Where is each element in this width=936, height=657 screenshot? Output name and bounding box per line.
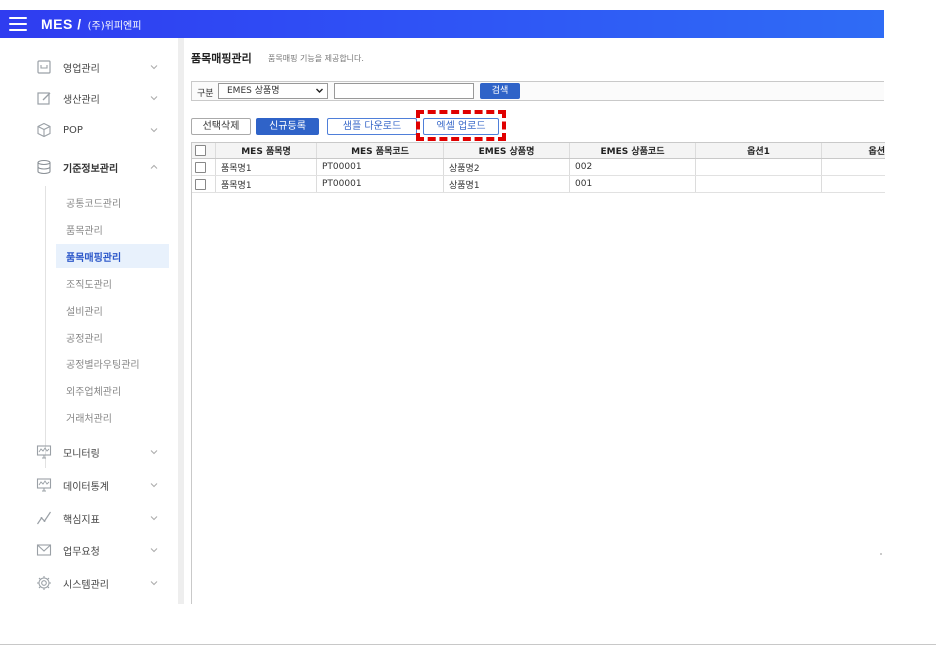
sidebar-item-label: 업무요청: [63, 546, 100, 558]
table-row[interactable]: 품목명1 PT00001 상품명2 002: [192, 159, 885, 176]
table-cell: 001: [570, 176, 696, 192]
table-cell: 상품명2: [444, 159, 570, 175]
sidebar-item-label: 핵심지표: [63, 514, 100, 526]
mail-icon: [36, 542, 52, 558]
bottom-divider: [0, 644, 936, 645]
column-header[interactable]: EMES 상품명: [444, 143, 570, 158]
sidebar-subitem-process-routing[interactable]: 공정별라우팅관리: [56, 351, 169, 375]
trend-line-icon: [36, 510, 52, 526]
sidebar-item-monitoring[interactable]: 모니터링: [0, 437, 178, 467]
column-header[interactable]: MES 품목코드: [317, 143, 444, 158]
sidebar-item-pop[interactable]: POP: [0, 115, 178, 145]
chevron-down-icon: [150, 94, 158, 102]
table-cell: 품목명1: [216, 159, 317, 175]
row-select-cell: [192, 176, 216, 192]
search-input[interactable]: [334, 83, 474, 99]
sidebar-subitem-outsourcing[interactable]: 외주업체관리: [56, 378, 169, 402]
table-row[interactable]: 품목명1 PT00001 상품명1 001: [192, 176, 885, 193]
sidebar-item-work-request[interactable]: 업무요청: [0, 535, 178, 565]
chevron-down-icon: [150, 448, 158, 456]
chevron-down-icon: [150, 546, 158, 554]
sidebar: 영업관리 생산관리 POP 기준정보관리 공통코드관리 품목관리 품목매핑관리 …: [0, 38, 178, 604]
table-cell: 002: [570, 159, 696, 175]
chevron-down-icon: [315, 86, 324, 95]
sidebar-subitem-common-code[interactable]: 공통코드관리: [56, 190, 169, 214]
search-category-value: EMES 상품명: [227, 86, 280, 96]
select-all-checkbox[interactable]: [195, 145, 206, 156]
sidebar-item-master-data[interactable]: 기준정보관리: [0, 152, 178, 182]
sidebar-item-label: 기준정보관리: [63, 163, 119, 175]
sidebar-subitem-item-mapping[interactable]: 품목매핑관리: [56, 244, 169, 268]
sidebar-item-data-statistics[interactable]: 데이터통계: [0, 470, 178, 500]
sidebar-item-label: 데이터통계: [63, 481, 109, 493]
search-category-select[interactable]: EMES 상품명: [218, 83, 328, 99]
main-content: 품목매핑관리 품목매핑 기능을 제공합니다. 구분 EMES 상품명 검색 선택…: [184, 38, 885, 604]
cube-icon: [36, 122, 52, 138]
sidebar-item-label: 시스템관리: [63, 579, 109, 591]
sidebar-item-kpi[interactable]: 핵심지표: [0, 503, 178, 533]
search-button[interactable]: 검색: [480, 83, 520, 99]
table-cell: [696, 176, 822, 192]
sample-download-button[interactable]: 샘플 다운로드: [327, 118, 417, 135]
chevron-down-icon: [150, 63, 158, 71]
new-register-button[interactable]: 신규등록: [256, 118, 319, 135]
page-description: 품목매핑 기능을 제공합니다.: [268, 54, 364, 63]
row-checkbox[interactable]: [195, 161, 206, 173]
column-header[interactable]: EMES 상품코드: [570, 143, 696, 158]
sidebar-subitem-item[interactable]: 품목관리: [56, 217, 169, 241]
monitor-icon: [36, 444, 52, 460]
top-bar: MES / (주)위피엔피: [0, 10, 884, 38]
column-header[interactable]: MES 품목명: [216, 143, 317, 158]
chevron-down-icon: [150, 579, 158, 587]
chevron-up-icon: [150, 163, 158, 171]
search-bar: 구분 EMES 상품명 검색: [191, 81, 884, 101]
table-cell: [822, 159, 885, 175]
sidebar-subitem-equipment[interactable]: 설비관리: [56, 298, 169, 322]
company-name: (주)위피엔피: [87, 20, 142, 32]
table-cell: [822, 176, 885, 192]
chevron-down-icon: [150, 481, 158, 489]
row-select-cell: [192, 159, 216, 175]
sidebar-subitem-clients[interactable]: 거래처관리: [56, 405, 169, 429]
excel-upload-button[interactable]: 엑셀 업로드: [423, 118, 499, 135]
sidebar-item-production[interactable]: 생산관리: [0, 83, 178, 113]
delete-selected-button[interactable]: 선택삭제: [191, 118, 251, 135]
row-checkbox[interactable]: [195, 178, 206, 190]
column-header[interactable]: 옵션: [822, 143, 885, 158]
table-cell: 상품명1: [444, 176, 570, 192]
chevron-down-icon: [150, 126, 158, 134]
sidebar-item-label: POP: [63, 124, 83, 136]
sidebar-subitem-org-chart[interactable]: 조직도관리: [56, 271, 169, 295]
search-category-label: 구분: [197, 89, 214, 99]
chevron-down-icon: [150, 514, 158, 522]
edit-icon: [36, 90, 52, 106]
table-cell: PT00001: [317, 159, 444, 175]
table-cell: [696, 159, 822, 175]
app-window: MES / (주)위피엔피 영업관리 생산관리 POP 기준정보관리 공통코드관…: [0, 0, 936, 657]
brand-logo[interactable]: MES /: [41, 16, 82, 32]
table-header: MES 품목명 MES 품목코드 EMES 상품명 EMES 상품코드 옵션1 …: [192, 142, 885, 159]
hamburger-menu-icon[interactable]: [9, 17, 27, 31]
mapping-table: MES 품목명 MES 품목코드 EMES 상품명 EMES 상품코드 옵션1 …: [191, 142, 885, 604]
sidebar-subitem-process[interactable]: 공정관리: [56, 325, 169, 349]
gear-icon: [36, 575, 52, 591]
table-cell: 품목명1: [216, 176, 317, 192]
sidebar-item-label: 생산관리: [63, 94, 100, 106]
sidebar-item-sales[interactable]: 영업관리: [0, 52, 178, 82]
database-icon: [36, 159, 52, 175]
submenu-guide-line: [45, 186, 46, 468]
sidebar-item-system[interactable]: 시스템관리: [0, 568, 178, 598]
header-select-all: [192, 143, 216, 158]
page-title: 품목매핑관리: [191, 52, 252, 65]
table-cell: PT00001: [317, 176, 444, 192]
stray-mark: [880, 553, 882, 555]
column-header[interactable]: 옵션1: [696, 143, 822, 158]
square-icon: [36, 59, 52, 75]
sidebar-item-label: 영업관리: [63, 63, 100, 75]
sidebar-item-label: 모니터링: [63, 448, 100, 460]
monitor-chart-icon: [36, 477, 52, 493]
